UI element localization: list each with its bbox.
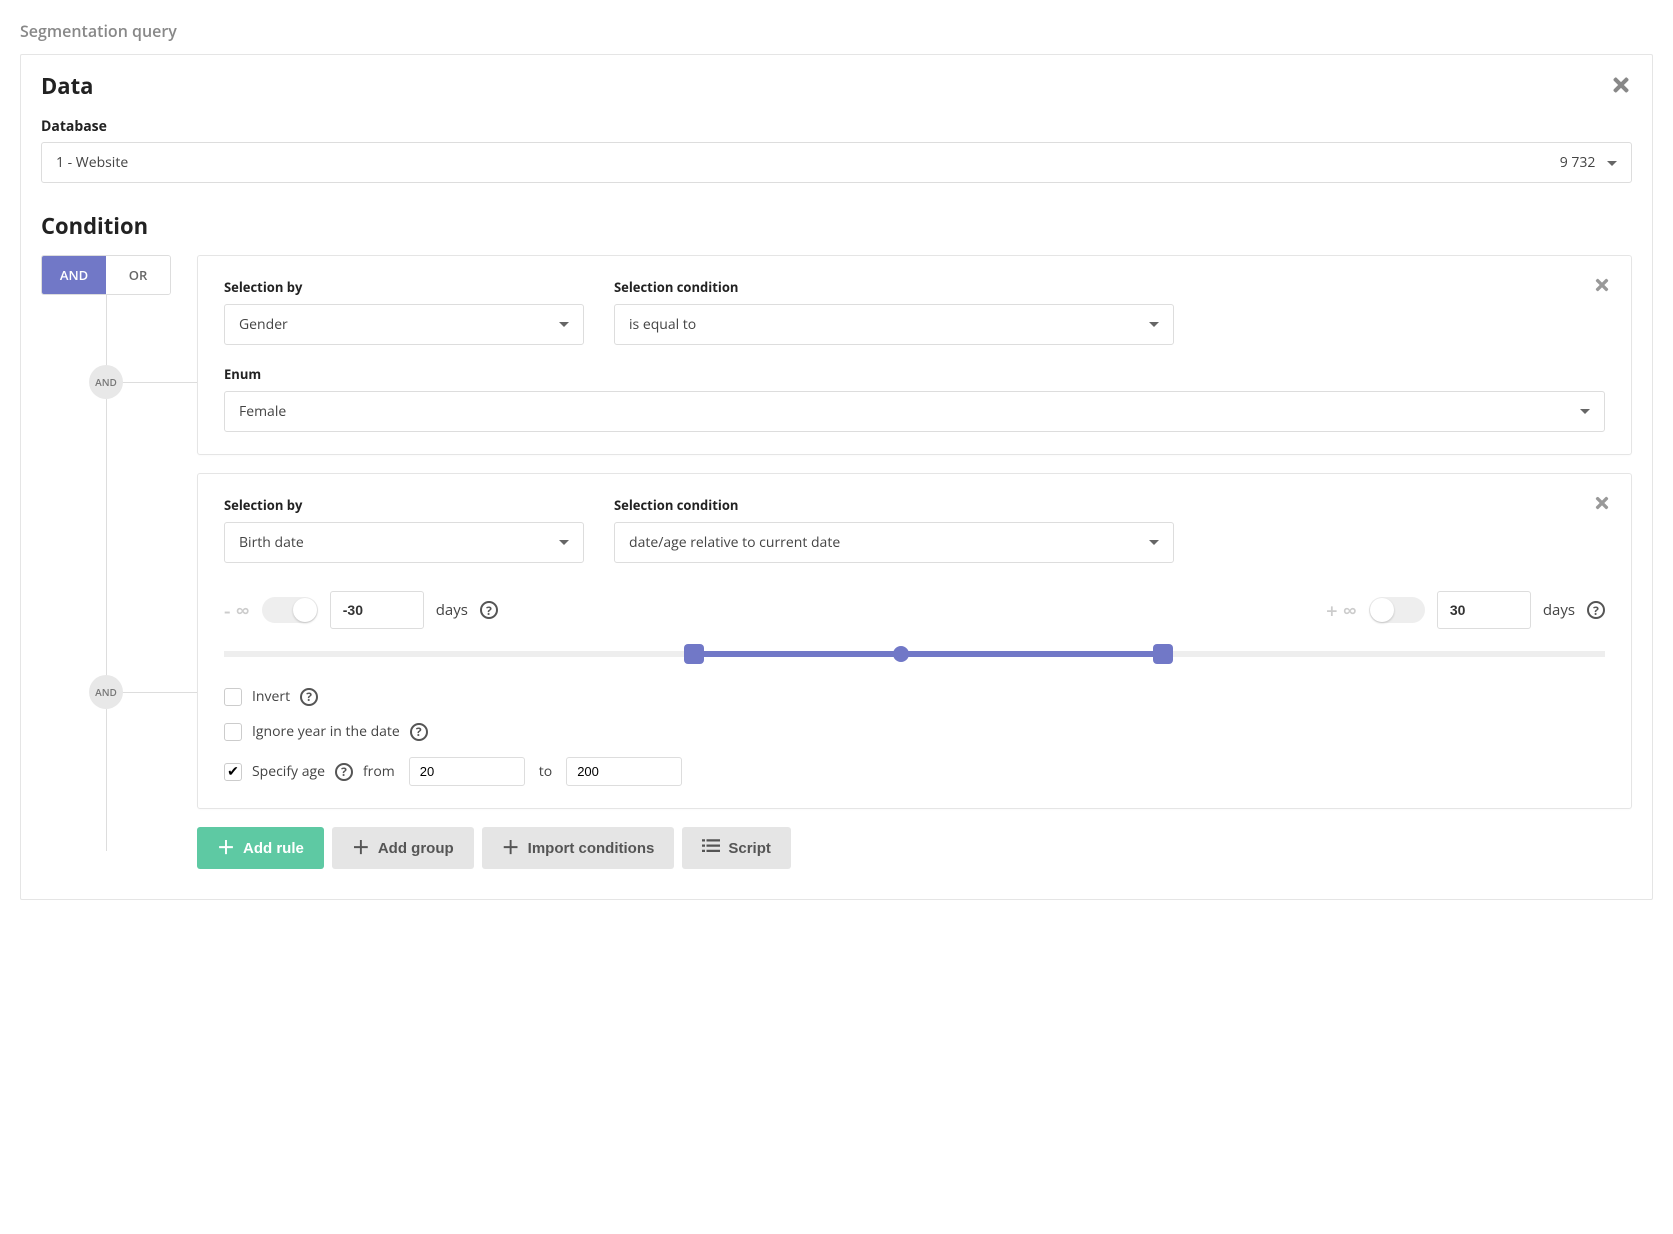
selection-condition-value: date/age relative to current date xyxy=(629,533,840,552)
plus-icon: ＋ xyxy=(502,839,520,857)
help-icon[interactable]: ? xyxy=(300,688,318,706)
database-field-label: Database xyxy=(41,117,1632,136)
and-node: AND xyxy=(89,365,123,399)
import-conditions-button[interactable]: ＋ Import conditions xyxy=(482,827,675,869)
page-title: Segmentation query xyxy=(20,20,1653,42)
date-range-slider[interactable] xyxy=(224,647,1605,661)
selection-by-label: Selection by xyxy=(224,278,584,296)
slider-handle-right[interactable] xyxy=(1153,644,1173,664)
unit-label: days xyxy=(436,600,468,620)
age-from-input[interactable] xyxy=(409,757,525,786)
selection-condition-value: is equal to xyxy=(629,315,696,334)
selection-by-value: Birth date xyxy=(239,533,304,552)
close-icon[interactable] xyxy=(1610,71,1632,104)
caret-down-icon xyxy=(1580,409,1590,414)
add-rule-button[interactable]: ＋ Add rule xyxy=(197,827,324,869)
invert-checkbox[interactable] xyxy=(224,688,242,706)
database-value: 1 - Website xyxy=(56,153,128,172)
condition-section-title: Condition xyxy=(41,211,1632,241)
ignore-year-label: Ignore year in the date xyxy=(252,722,400,741)
help-icon[interactable]: ? xyxy=(480,601,498,619)
caret-down-icon xyxy=(1607,161,1617,166)
selection-condition-label: Selection condition xyxy=(614,496,1174,514)
segmentation-card: Data Database 1 - Website 9 732 Conditio… xyxy=(20,54,1653,900)
range-to-input[interactable] xyxy=(1437,591,1531,629)
action-buttons: ＋ Add rule ＋ Add group ＋ Import conditio… xyxy=(197,827,1632,869)
to-label: to xyxy=(539,762,552,781)
data-section-title: Data xyxy=(41,71,93,101)
add-rule-label: Add rule xyxy=(243,840,304,857)
enum-value: Female xyxy=(239,402,286,421)
age-to-input[interactable] xyxy=(566,757,682,786)
selection-by-value: Gender xyxy=(239,315,288,334)
neg-infinity-label: - ∞ xyxy=(224,597,250,624)
logic-and-button[interactable]: AND xyxy=(42,256,106,294)
rule-card-birthdate: Selection by Birth date Selection condit… xyxy=(197,473,1632,809)
pos-infinity-toggle[interactable] xyxy=(1369,597,1425,623)
help-icon[interactable]: ? xyxy=(410,723,428,741)
selection-by-select[interactable]: Gender xyxy=(224,304,584,345)
database-count: 9 732 xyxy=(1560,153,1596,172)
selection-by-select[interactable]: Birth date xyxy=(224,522,584,563)
enum-label: Enum xyxy=(224,365,1605,383)
selection-condition-select[interactable]: date/age relative to current date xyxy=(614,522,1174,563)
plus-icon: ＋ xyxy=(217,839,235,857)
rule-card-gender: Selection by Gender Selection condition … xyxy=(197,255,1632,455)
logic-toggle: AND OR xyxy=(41,255,171,295)
add-group-button[interactable]: ＋ Add group xyxy=(332,827,474,869)
close-icon[interactable] xyxy=(1593,276,1611,299)
logic-or-button[interactable]: OR xyxy=(106,256,170,294)
and-node: AND xyxy=(89,675,123,709)
slider-handle-left[interactable] xyxy=(684,644,704,664)
invert-label: Invert xyxy=(252,687,290,706)
ignore-year-checkbox[interactable] xyxy=(224,723,242,741)
caret-down-icon xyxy=(559,540,569,545)
script-button[interactable]: Script xyxy=(682,827,791,869)
script-label: Script xyxy=(728,840,771,857)
slider-center-marker xyxy=(893,646,909,662)
caret-down-icon xyxy=(1149,540,1159,545)
neg-infinity-toggle[interactable] xyxy=(262,597,318,623)
range-from-input[interactable] xyxy=(330,591,424,629)
unit-label: days xyxy=(1543,600,1575,620)
selection-by-label: Selection by xyxy=(224,496,584,514)
list-icon xyxy=(702,839,720,857)
caret-down-icon xyxy=(1149,322,1159,327)
specify-age-checkbox[interactable]: ✔ xyxy=(224,763,242,781)
close-icon[interactable] xyxy=(1593,494,1611,517)
selection-condition-select[interactable]: is equal to xyxy=(614,304,1174,345)
import-label: Import conditions xyxy=(528,840,655,857)
help-icon[interactable]: ? xyxy=(335,763,353,781)
pos-infinity-label: + ∞ xyxy=(1326,597,1357,624)
add-group-label: Add group xyxy=(378,840,454,857)
specify-age-label: Specify age xyxy=(252,762,325,781)
enum-select[interactable]: Female xyxy=(224,391,1605,432)
from-label: from xyxy=(363,762,395,781)
selection-condition-label: Selection condition xyxy=(614,278,1174,296)
caret-down-icon xyxy=(559,322,569,327)
help-icon[interactable]: ? xyxy=(1587,601,1605,619)
plus-icon: ＋ xyxy=(352,839,370,857)
database-select[interactable]: 1 - Website 9 732 xyxy=(41,142,1632,183)
